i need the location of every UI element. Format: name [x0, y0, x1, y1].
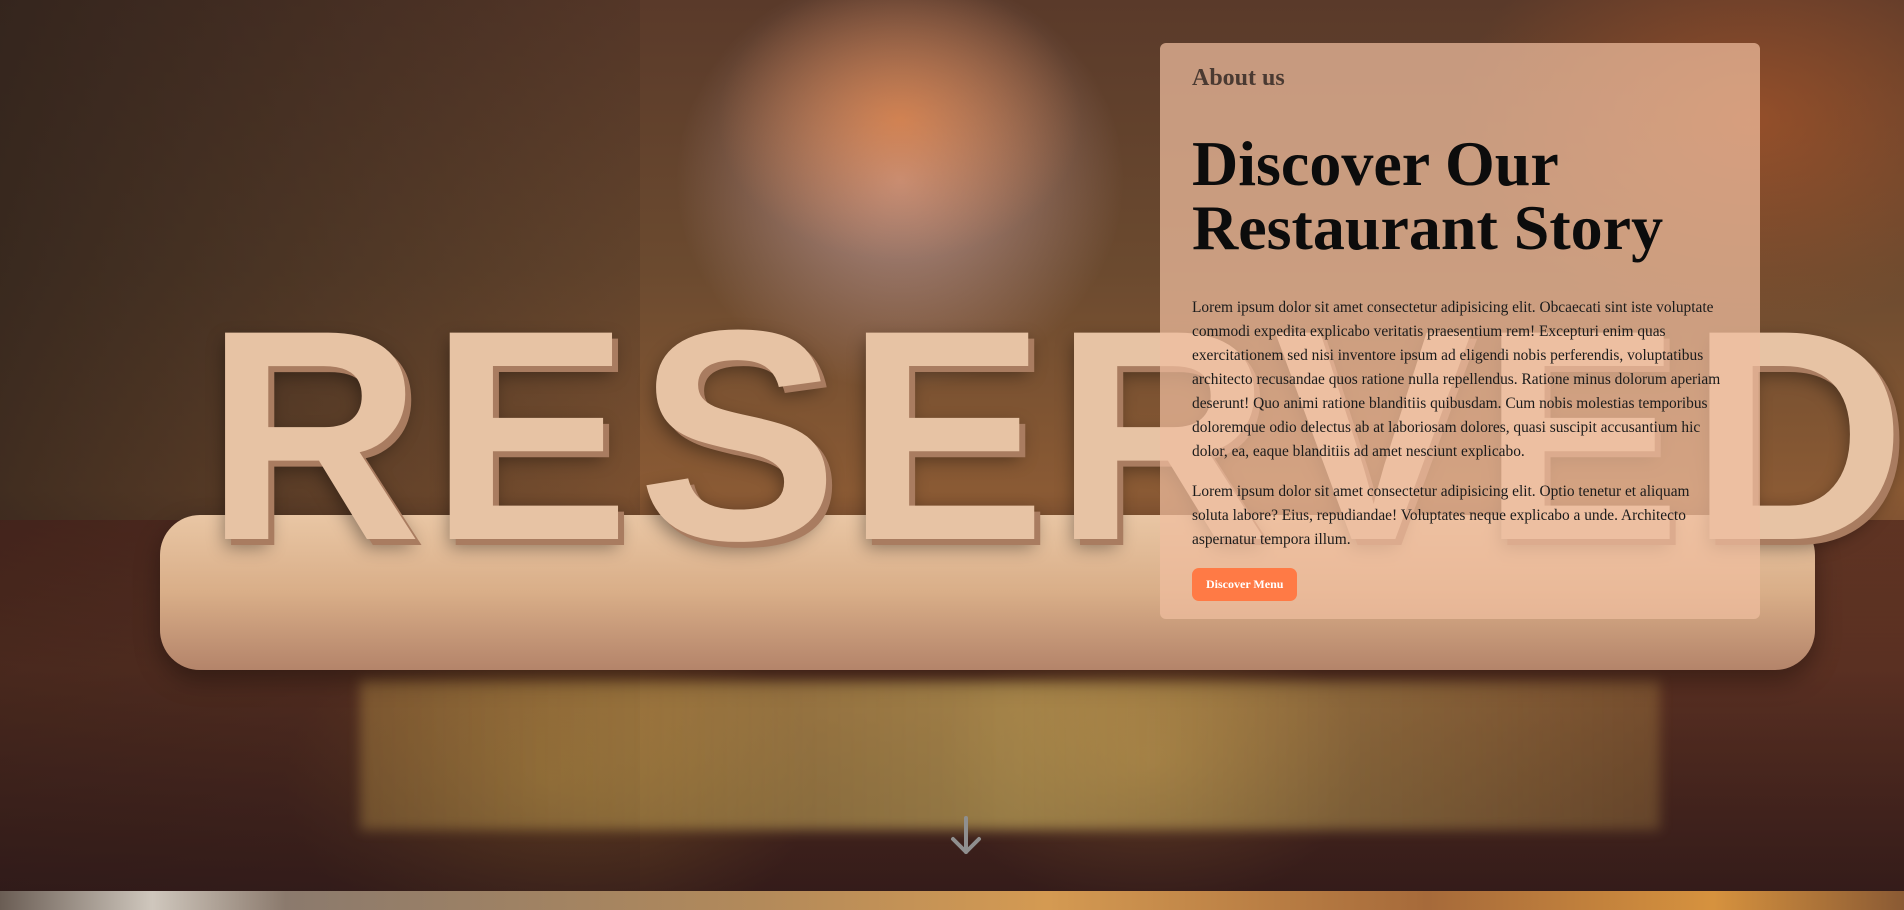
next-section-preview: [0, 891, 1904, 910]
about-paragraph-2: Lorem ipsum dolor sit amet consectetur a…: [1192, 483, 1690, 548]
about-title: Discover Our Restaurant Story: [1192, 128, 1664, 263]
hero-section: RESERVED About us Discover Our Restauran…: [0, 0, 1904, 891]
table-reflection-image: [360, 680, 1660, 830]
discover-menu-button[interactable]: Discover Menu: [1192, 568, 1298, 601]
about-card: About us Discover Our Restaurant Story L…: [1160, 43, 1760, 619]
about-eyebrow: About us: [1192, 65, 1285, 91]
about-paragraph-1: Lorem ipsum dolor sit amet consectetur a…: [1192, 299, 1721, 460]
arrow-down-icon: [951, 816, 981, 854]
scroll-down-button[interactable]: [948, 816, 984, 856]
